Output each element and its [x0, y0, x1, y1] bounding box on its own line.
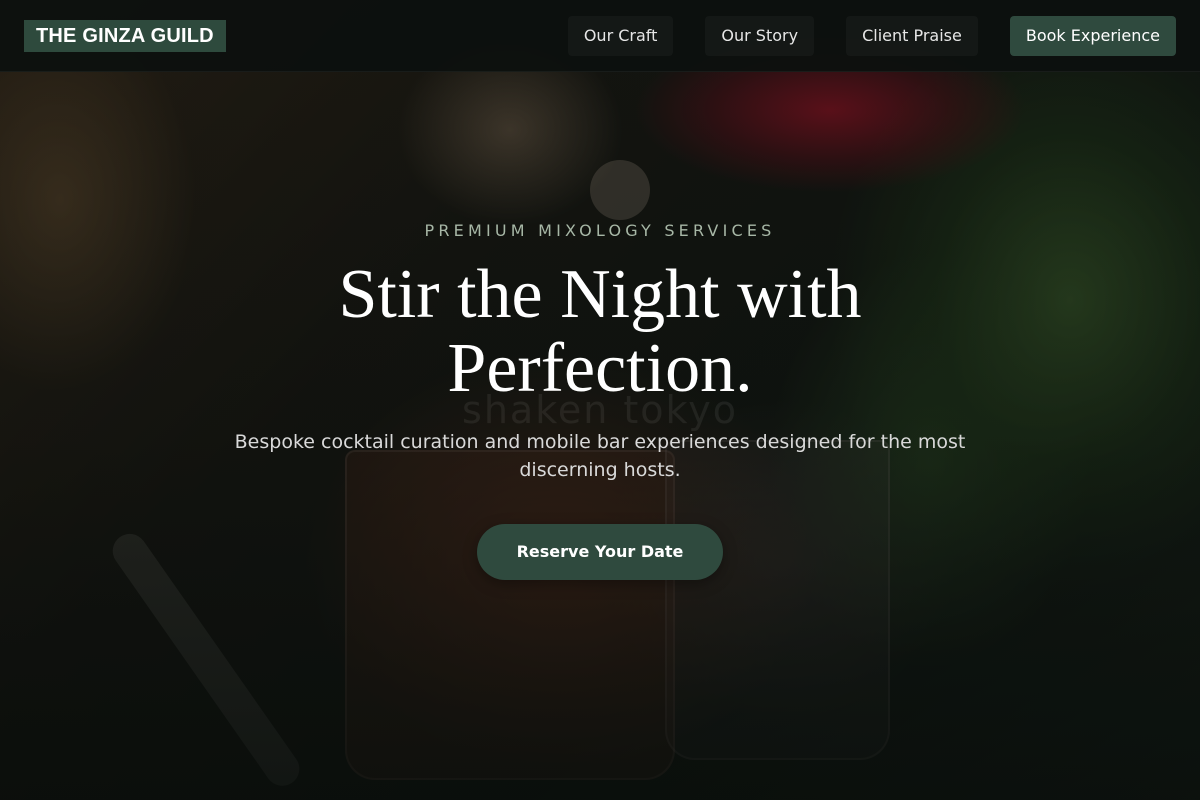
hero-subtext: Bespoke cocktail curation and mobile bar…	[234, 431, 966, 481]
nav-link-our-craft[interactable]: Our Craft	[568, 16, 674, 56]
reserve-your-date-button[interactable]: Reserve Your Date	[477, 524, 723, 580]
nav-links: Our Craft Our Story Client Praise Book E…	[568, 16, 1176, 56]
nav-link-our-story[interactable]: Our Story	[705, 16, 814, 56]
top-navbar: THE GINZA GUILD Our Craft Our Story Clie…	[0, 0, 1200, 72]
hero-eyebrow: PREMIUM MIXOLOGY SERVICES	[424, 221, 776, 240]
brand-logo[interactable]: THE GINZA GUILD	[24, 20, 226, 52]
hero-headline: Stir the Night with Perfection.	[338, 256, 862, 407]
nav-link-client-praise[interactable]: Client Praise	[846, 16, 978, 56]
book-experience-button[interactable]: Book Experience	[1009, 16, 1176, 56]
